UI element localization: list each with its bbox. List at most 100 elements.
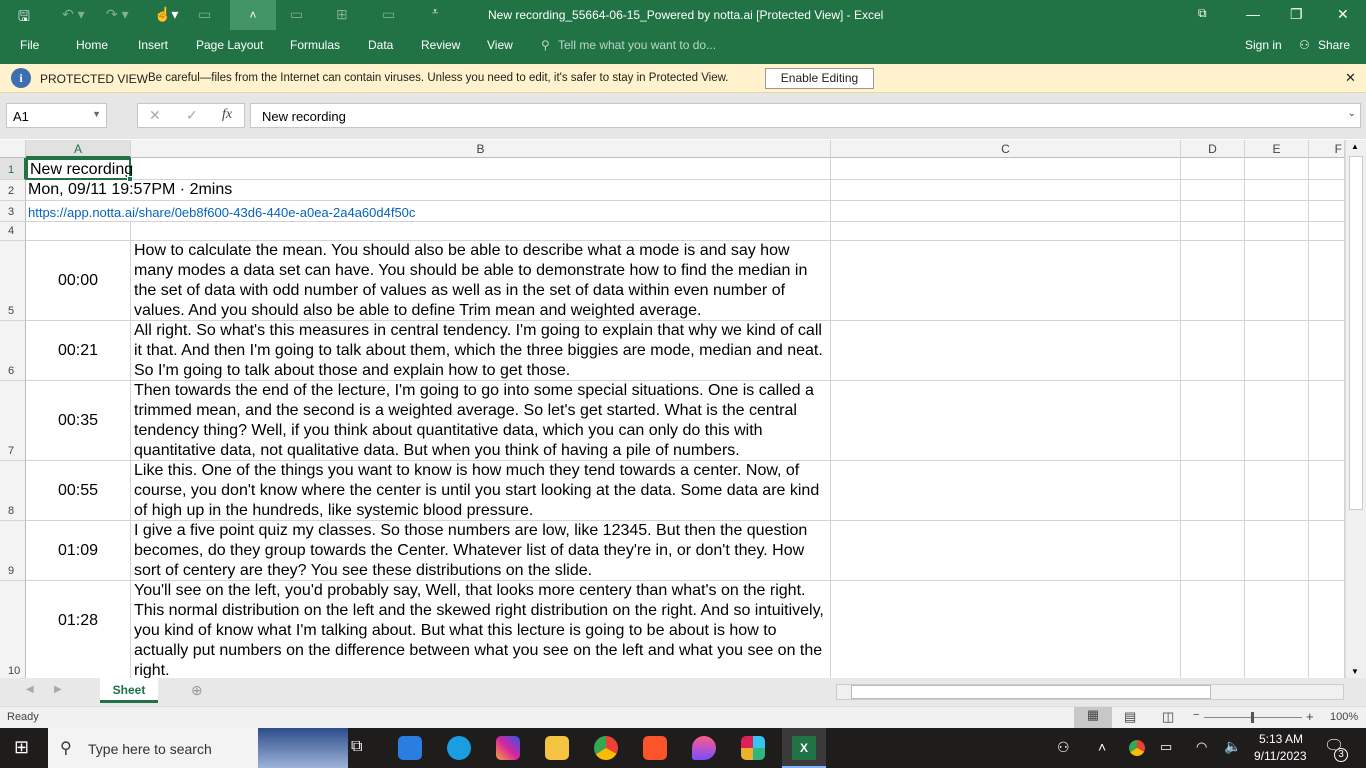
cell[interactable] [1309,201,1345,222]
cell[interactable] [1309,241,1345,321]
column-header-a[interactable]: A [26,140,131,158]
customize-qat-icon[interactable]: ⩡ [432,6,438,19]
zoom-level[interactable]: 100% [1330,711,1358,723]
enter-icon[interactable]: ✓ [186,107,198,124]
taskbar-search[interactable]: ⚲ Type here to search [48,728,348,768]
insert-function-icon[interactable]: fx [222,107,232,123]
cell[interactable] [1309,222,1345,241]
sign-in-link[interactable]: Sign in [1245,38,1282,52]
timestamp-cell[interactable]: 00:00 [26,241,131,321]
cell[interactable] [831,381,1181,461]
cell-a2[interactable]: Mon, 09/11 19:57PM · 2mins [26,180,232,201]
tab-home[interactable]: Home [76,38,108,52]
h-scroll-thumb[interactable] [851,685,1211,699]
cell[interactable] [1245,581,1309,678]
cell-a1[interactable]: New recording [26,158,133,182]
cell[interactable] [1181,521,1245,581]
wifi-icon[interactable]: ◠ [1196,739,1207,755]
timestamp-cell[interactable]: 01:09 [26,521,131,581]
windows-start-icon[interactable]: ⊞ [14,737,29,758]
cell[interactable] [831,461,1181,521]
people-icon[interactable]: ⚇ [1057,739,1070,756]
excel-taskbar-button[interactable]: X [782,728,826,768]
cell-b1[interactable] [131,158,831,180]
cell[interactable] [1245,180,1309,201]
tell-me-input[interactable]: Tell me what you want to do... [558,38,716,52]
tab-page-layout[interactable]: Page Layout [196,38,263,52]
cell-b4[interactable] [131,222,831,241]
show-hidden-icons[interactable]: ˄ [1098,739,1106,755]
slack-icon[interactable] [741,736,765,760]
column-header-b[interactable]: B [131,140,831,158]
chrome-tray-icon[interactable] [1129,740,1145,756]
scroll-down-icon[interactable]: ▼ [1351,667,1359,676]
row-header-10[interactable]: 10 [0,581,26,678]
zoom-in-button[interactable]: + [1306,709,1314,724]
cell[interactable] [1245,521,1309,581]
cell[interactable] [1309,321,1345,381]
tab-view[interactable]: View [487,38,513,52]
page-layout-view-icon[interactable]: ▤ [1124,709,1136,725]
cell[interactable] [1181,222,1245,241]
cell[interactable] [1181,201,1245,222]
vertical-scrollbar[interactable]: ▲ ▼ [1345,140,1366,680]
cell[interactable] [1181,241,1245,321]
timestamp-cell[interactable]: 01:28 [26,581,131,678]
formula-input[interactable]: New recording ⌄ [250,103,1361,128]
close-bar-icon[interactable]: ✕ [1345,70,1356,86]
restore-button[interactable]: ❐ [1290,6,1303,23]
row-header-5[interactable]: 5 [0,241,26,321]
row-header-2[interactable]: 2 [0,180,26,201]
transcript-cell[interactable]: How to calculate the mean. You should al… [131,241,831,321]
cell[interactable] [1181,581,1245,678]
paint-icon[interactable] [692,736,716,760]
tab-review[interactable]: Review [421,38,460,52]
transcript-cell[interactable]: Like this. One of the things you want to… [131,461,831,521]
row-header-4[interactable]: 4 [0,222,26,241]
chevron-down-icon[interactable]: ▼ [92,109,101,119]
task-view-icon[interactable]: ⧉ [351,738,362,756]
scroll-up-icon[interactable]: ▲ [1351,142,1359,151]
clock-date[interactable]: 9/11/2023 [1254,749,1307,763]
file-explorer-icon[interactable] [545,736,569,760]
edge-icon[interactable] [447,736,471,760]
touch-mode-icon[interactable]: ☝▾ [154,6,178,23]
cell[interactable] [831,158,1181,180]
tab-insert[interactable]: Insert [138,38,168,52]
comment-icon[interactable]: ▭ [198,6,211,23]
tab-file[interactable]: File [20,38,39,52]
sheet-tab[interactable]: Sheet [100,678,158,703]
table-icon[interactable]: ⊞ [336,6,348,23]
cell-b3[interactable] [131,201,831,222]
tab-formulas[interactable]: Formulas [290,38,340,52]
store-icon[interactable] [398,736,422,760]
cell[interactable] [831,581,1181,678]
transcript-cell[interactable]: You'll see on the left, you'd probably s… [131,581,831,678]
column-header-c[interactable]: C [831,140,1181,158]
cell[interactable] [1181,158,1245,180]
cell[interactable] [831,241,1181,321]
redo-icon[interactable]: ↷ ▾ [106,6,129,23]
prev-sheet-icon[interactable]: ◀ [26,684,34,695]
collapse-ribbon-button[interactable]: ˄ [230,0,276,30]
cell[interactable] [1181,381,1245,461]
cell[interactable] [1309,581,1345,678]
column-header-d[interactable]: D [1181,140,1245,158]
spreadsheet-grid[interactable]: A B C D E F 1 New recording 2 Mon, 09/11 19… [0,140,1345,678]
cell[interactable] [1245,222,1309,241]
cell[interactable] [1181,321,1245,381]
cell[interactable] [831,222,1181,241]
select-all-button[interactable] [0,140,26,158]
expand-formula-icon[interactable]: ⌄ [1348,108,1356,119]
transcript-cell[interactable]: Then towards the end of the lecture, I'm… [131,381,831,461]
cell-b2[interactable] [131,180,831,201]
page-break-view-icon[interactable]: ◫ [1162,709,1174,725]
column-header-f[interactable]: F [1309,140,1345,158]
cell[interactable] [1245,241,1309,321]
transcript-cell[interactable]: All right. So what's this measures in ce… [131,321,831,381]
cell[interactable] [1181,461,1245,521]
cell[interactable] [1245,158,1309,180]
close-button[interactable]: ✕ [1337,6,1349,23]
cell[interactable] [831,321,1181,381]
delete-comment-icon[interactable]: ▭ [290,6,303,23]
